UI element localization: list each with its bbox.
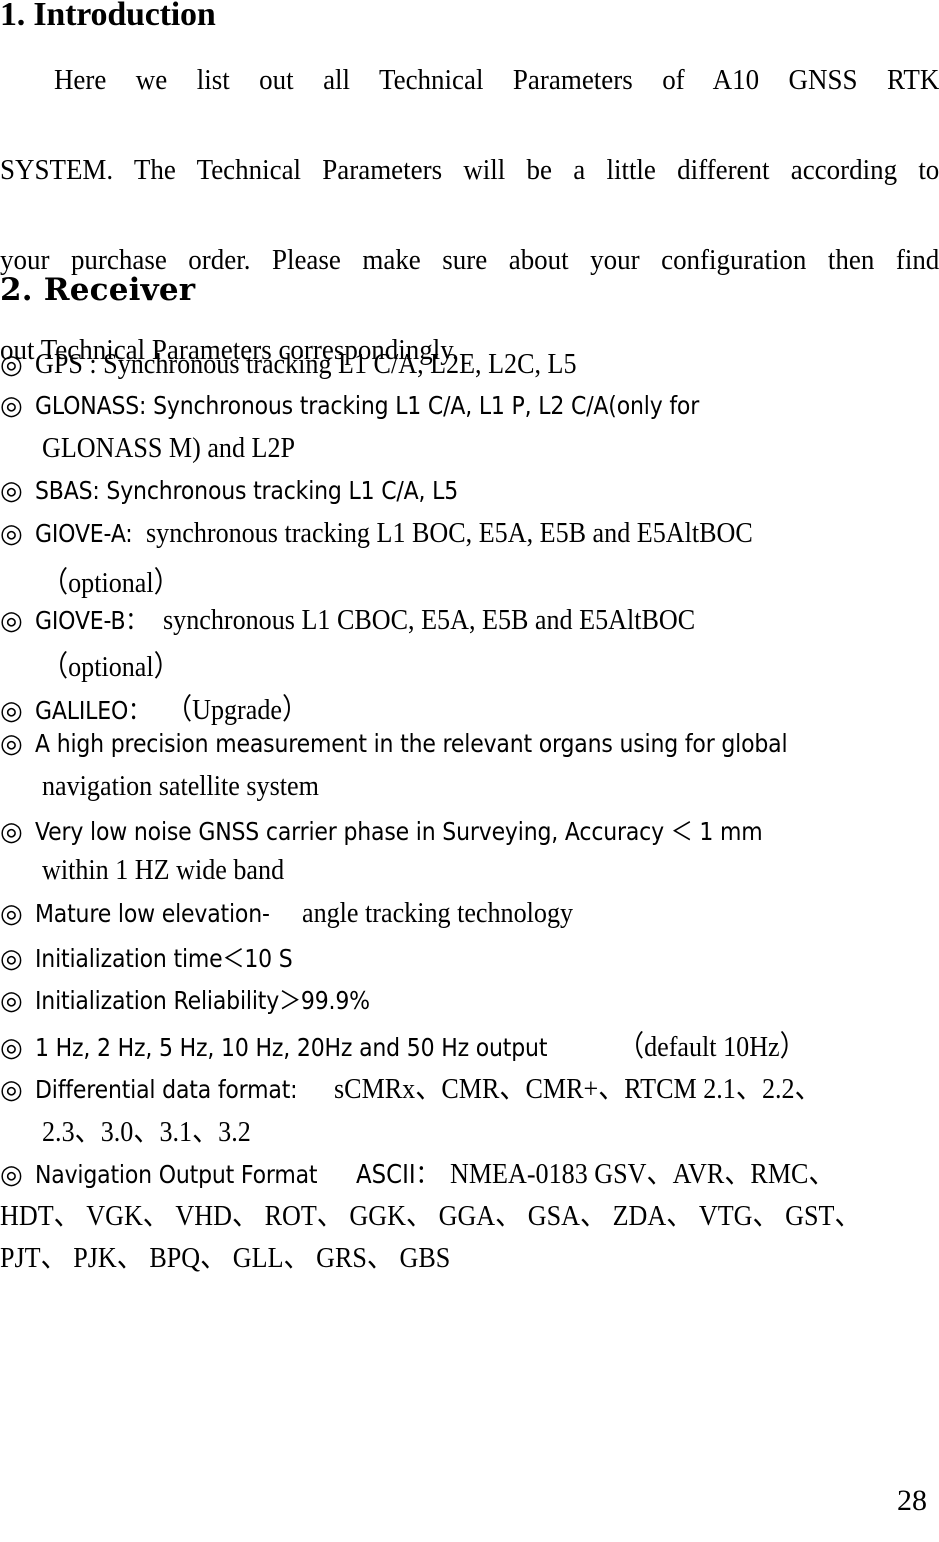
spec-text-run: GPS : Synchronous tracking L1 C/A, L2E, … <box>35 348 577 380</box>
double-circle-bullet-icon: ◎ <box>0 817 23 848</box>
page-number: 28 <box>897 1484 927 1517</box>
spec-item-wrap: （optional） <box>42 559 939 601</box>
spec-text-run: Initialization Reliability＞99.9% <box>35 986 371 1015</box>
spec-item: ◎ Initialization time＜10 S <box>0 939 939 981</box>
spec-item: ◎ Differential data format: sCMRx、CMR、CMR… <box>0 1065 939 1107</box>
spec-item: ◎ GALILEO： （Upgrade） <box>0 686 939 728</box>
spec-text-run: （Upgrade） <box>166 693 309 726</box>
spec-text-run: ASCII： <box>356 1159 439 1190</box>
spec-text-run: GLONASS: Synchronous tracking L1 C/A, L1… <box>35 391 700 421</box>
spec-item: ◎ Very low noise GNSS carrier phase in S… <box>0 812 939 854</box>
spec-text-run: within 1 HZ wide band <box>42 854 285 887</box>
spec-text-run: （optional） <box>42 567 180 599</box>
spec-text-run: sCMRx、CMR、CMR+、RTCM 2.1、2.2、 <box>333 1073 821 1106</box>
spec-text-run: GALILEO： <box>35 695 151 725</box>
spec-item-wrap: 2.3、3.0、3.1、3.2 <box>42 1108 939 1150</box>
spec-text-run: PJT、 PJK、 BPQ、 GLL、 GRS、 GBS <box>0 1242 451 1275</box>
spec-text-run: synchronous tracking L1 BOC, E5A, E5B an… <box>146 516 754 549</box>
double-circle-bullet-icon: ◎ <box>0 606 23 637</box>
spec-text-run: A high precision measurement in the rele… <box>35 728 788 758</box>
introduction-paragraph: Here we list out all Technical Parameter… <box>0 58 939 373</box>
double-circle-bullet-icon: ◎ <box>0 943 23 974</box>
paragraph-line: SYSTEM. The Technical Parameters will be… <box>0 148 939 238</box>
spec-item: ◎ GIOVE-B： synchronous L1 CBOC, E5A, E5B … <box>0 601 939 643</box>
spec-item: ◎ A high precision measurement in the re… <box>0 728 939 770</box>
spec-text-run: 2.3、3.0、3.1、3.2 <box>42 1115 251 1148</box>
spec-text-run: synchronous L1 CBOC, E5A, E5B and E5AltB… <box>163 604 696 637</box>
spec-text-run: angle tracking technology <box>302 896 574 929</box>
double-circle-bullet-icon: ◎ <box>0 728 23 759</box>
spec-text-run: SBAS: Synchronous tracking L1 C/A, L5 <box>35 475 459 505</box>
heading-receiver: 2. Receiver <box>0 272 196 308</box>
double-circle-bullet-icon: ◎ <box>0 518 23 549</box>
double-circle-bullet-icon: ◎ <box>0 475 23 506</box>
double-circle-bullet-icon: ◎ <box>0 1075 23 1106</box>
spec-item: ◎ SBAS: Synchronous tracking L1 C/A, L5 <box>0 475 939 517</box>
spec-item-wrap: （optional） <box>42 643 939 685</box>
spec-item-wrap: PJT、 PJK、 BPQ、 GLL、 GRS、 GBS <box>0 1234 939 1276</box>
spec-text-run: NMEA-0183 GSV、AVR、RMC、 <box>450 1157 835 1190</box>
spec-item: ◎ 1 Hz, 2 Hz, 5 Hz, 10 Hz, 20Hz and 50 H… <box>0 1023 939 1065</box>
spec-item: ◎ GLONASS: Synchronous tracking L1 C/A, … <box>0 390 939 432</box>
spec-item-wrap: navigation satellite system <box>42 770 939 812</box>
spec-item: ◎ Mature low elevation-angle tracking te… <box>0 897 939 939</box>
spec-text-run: HDT、 VGK、 VHD、 ROT、 GGK、 GGA、 GSA、 ZDA、 … <box>0 1200 861 1232</box>
spec-text-run: （optional） <box>42 651 180 684</box>
heading-introduction: 1. Introduction <box>0 0 216 33</box>
double-circle-bullet-icon: ◎ <box>0 350 23 380</box>
spec-item-wrap: HDT、 VGK、 VHD、 ROT、 GGK、 GGA、 GSA、 ZDA、 … <box>0 1192 939 1234</box>
receiver-spec-list: ◎ GPS : Synchronous tracking L1 C/A, L2E… <box>0 348 939 1276</box>
spec-text-run: Mature low elevation- <box>35 898 271 928</box>
spec-item: ◎ Initialization Reliability＞99.9% <box>0 981 939 1023</box>
double-circle-bullet-icon: ◎ <box>0 898 23 929</box>
spec-text-run: Navigation Output Format <box>35 1159 318 1189</box>
spec-item-wrap: within 1 HZ wide band <box>42 854 939 896</box>
spec-text-run: navigation satellite system <box>42 770 319 802</box>
document-page: 1. Introduction Here we list out all Tec… <box>0 0 939 1542</box>
spec-item: ◎ GIOVE-A: synchronous tracking L1 BOC, … <box>0 517 939 559</box>
spec-text-run: 1 Hz, 2 Hz, 5 Hz, 10 Hz, 20Hz and 50 Hz … <box>35 1033 548 1063</box>
spec-text-run: Differential data format: <box>35 1075 298 1105</box>
paragraph-line-text: Here we list out all Technical Parameter… <box>53 64 939 96</box>
paragraph-line: Here we list out all Technical Parameter… <box>0 58 939 148</box>
spec-text-run: GIOVE-A: <box>35 518 133 548</box>
spec-item: ◎ GPS : Synchronous tracking L1 C/A, L2E… <box>0 348 939 390</box>
paragraph-line-text: SYSTEM. The Technical Parameters will be… <box>0 154 939 186</box>
double-circle-bullet-icon: ◎ <box>0 695 23 726</box>
spec-text-run: GLONASS M) and L2P <box>42 432 296 465</box>
double-circle-bullet-icon: ◎ <box>0 1159 23 1190</box>
spec-text-run: Very low noise GNSS carrier phase in Sur… <box>35 817 763 847</box>
spec-text-run: Initialization time＜10 S <box>35 943 294 973</box>
double-circle-bullet-icon: ◎ <box>0 1033 23 1064</box>
spec-text-run: （default 10Hz） <box>617 1031 806 1064</box>
double-circle-bullet-icon: ◎ <box>0 986 23 1016</box>
spec-item-wrap: GLONASS M) and L2P <box>42 432 939 474</box>
double-circle-bullet-icon: ◎ <box>0 391 23 422</box>
spec-text-run: GIOVE-B： <box>35 606 148 636</box>
spec-item: ◎ Navigation Output Format ASCII： NMEA-01… <box>0 1150 939 1192</box>
